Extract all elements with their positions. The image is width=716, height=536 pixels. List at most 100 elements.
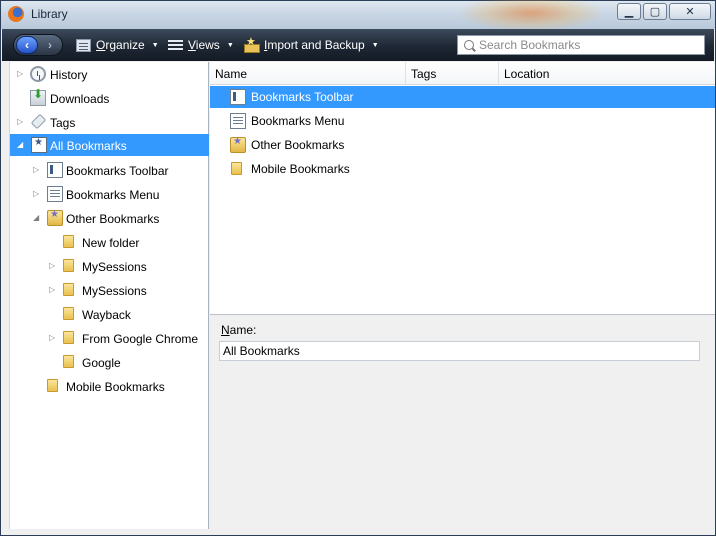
- search-box[interactable]: [457, 35, 705, 55]
- toolbar: ‹ › Organize ▼ Views ▼ Import and Backup…: [2, 29, 714, 61]
- sidebar-item-label: Bookmarks Toolbar: [66, 164, 169, 178]
- expand-arrow-icon[interactable]: ▷: [17, 69, 25, 79]
- collapse-arrow-icon[interactable]: ◢: [17, 140, 25, 150]
- forward-arrow-icon: ›: [48, 38, 52, 52]
- table-row[interactable]: Mobile Bookmarks: [210, 158, 715, 180]
- sidebar-item-mysessions[interactable]: ▷ MySessions: [10, 279, 209, 301]
- row-name: Bookmarks Menu: [251, 114, 345, 128]
- row-name: Bookmarks Toolbar: [251, 90, 354, 104]
- name-field[interactable]: [219, 341, 700, 361]
- dropdown-arrow-icon: ▼: [371, 41, 379, 49]
- navigation-buttons: ‹ ›: [13, 34, 63, 56]
- minimize-button[interactable]: ▁: [617, 3, 641, 20]
- titlebar-background-glow: [461, 0, 601, 31]
- folder-icon: [63, 235, 74, 248]
- sidebar-item-wayback[interactable]: Wayback: [10, 303, 209, 325]
- sidebar-item-label: MySessions: [82, 284, 147, 298]
- folder-icon: [63, 355, 74, 368]
- bookmarks-menu-icon: [47, 186, 63, 202]
- all-bookmarks-icon: [31, 137, 47, 153]
- bookmarks-toolbar-icon: [230, 89, 246, 105]
- bookmarks-list[interactable]: Name Tags Location Bookmarks Toolbar Boo…: [210, 62, 715, 314]
- sidebar-item-label: History: [50, 68, 88, 82]
- downloads-icon: [30, 87, 46, 106]
- organize-menu-button[interactable]: Organize ▼: [76, 36, 159, 54]
- other-bookmarks-icon: [47, 209, 63, 226]
- column-header-tags[interactable]: Tags: [406, 62, 499, 85]
- expand-arrow-icon[interactable]: ▷: [33, 165, 41, 175]
- sidebar-item-label: All Bookmarks: [50, 139, 127, 153]
- details-pane: Name:: [210, 314, 715, 529]
- expand-arrow-icon[interactable]: ▷: [49, 333, 57, 343]
- dropdown-arrow-icon: ▼: [226, 41, 234, 49]
- sidebar-item-from-google-chrome[interactable]: ▷ From Google Chrome: [10, 327, 209, 349]
- other-bookmarks-icon: [230, 136, 246, 153]
- window-bottom-edge: [1, 529, 715, 535]
- views-icon: [168, 39, 183, 52]
- forward-button[interactable]: ›: [39, 36, 61, 54]
- maximize-icon: ▢: [649, 6, 661, 18]
- organize-icon: [76, 38, 91, 52]
- expand-arrow-icon[interactable]: ▷: [49, 285, 57, 295]
- sidebar-item-google[interactable]: Google: [10, 351, 209, 373]
- sidebar-item-downloads[interactable]: Downloads: [10, 87, 209, 109]
- back-arrow-icon: ‹: [25, 38, 29, 52]
- sidebar-item-label: Other Bookmarks: [66, 212, 160, 226]
- bookmarks-menu-icon: [230, 113, 246, 129]
- window-title: Library: [31, 7, 68, 21]
- sidebar-item-mobile-bookmarks[interactable]: Mobile Bookmarks: [10, 375, 209, 397]
- sidebar-item-bookmarks-menu[interactable]: ▷ Bookmarks Menu: [10, 183, 209, 205]
- sidebar-item-label: From Google Chrome: [82, 332, 199, 346]
- minimize-icon: ▁: [624, 6, 634, 18]
- sidebar-item-label: Downloads: [50, 92, 110, 106]
- import-backup-icon: [243, 35, 260, 53]
- close-icon: ✕: [685, 6, 695, 18]
- column-header-name[interactable]: Name: [210, 62, 406, 85]
- views-label: Views: [188, 38, 220, 52]
- sidebar-item-label: New folder: [82, 236, 140, 250]
- import-backup-menu-button[interactable]: Import and Backup ▼: [243, 35, 379, 54]
- bookmarks-toolbar-icon: [47, 162, 63, 178]
- views-menu-button[interactable]: Views ▼: [168, 36, 234, 54]
- row-name: Other Bookmarks: [251, 138, 345, 152]
- sidebar-item-all-bookmarks[interactable]: ◢ All Bookmarks: [10, 134, 209, 156]
- expand-arrow-icon[interactable]: ▷: [17, 117, 25, 127]
- search-input[interactable]: [479, 38, 699, 52]
- column-header-location[interactable]: Location: [499, 62, 715, 85]
- back-button[interactable]: ‹: [16, 36, 38, 54]
- tags-icon: [30, 113, 47, 130]
- import-backup-label: Import and Backup: [264, 38, 365, 52]
- sidebar-item-label: Google: [82, 356, 121, 370]
- folder-icon: [63, 259, 74, 272]
- expand-arrow-icon[interactable]: ▷: [49, 261, 57, 271]
- collapse-arrow-icon[interactable]: ◢: [33, 213, 41, 223]
- firefox-icon: [8, 6, 24, 22]
- sidebar-item-mysessions[interactable]: ▷ MySessions: [10, 255, 209, 277]
- sidebar-item-label: Wayback: [82, 308, 131, 322]
- sidebar-item-tags[interactable]: ▷ Tags: [10, 111, 209, 133]
- maximize-button[interactable]: ▢: [643, 3, 667, 20]
- close-button[interactable]: ✕: [669, 3, 711, 20]
- sidebar-item-label: Tags: [50, 116, 76, 130]
- table-row[interactable]: Bookmarks Toolbar: [210, 86, 715, 108]
- sidebar-item-label: Bookmarks Menu: [66, 188, 160, 202]
- table-row[interactable]: Bookmarks Menu: [210, 110, 715, 132]
- folder-icon: [63, 283, 74, 296]
- row-name: Mobile Bookmarks: [251, 162, 350, 176]
- expand-arrow-icon[interactable]: ▷: [33, 189, 41, 199]
- sidebar-item-new-folder[interactable]: New folder: [10, 231, 209, 253]
- dropdown-arrow-icon: ▼: [151, 41, 159, 49]
- library-window: Library ▁ ▢ ✕ ‹ › Organize ▼ Views ▼ Imp…: [0, 0, 716, 536]
- title-bar[interactable]: Library ▁ ▢ ✕: [1, 0, 715, 31]
- sidebar-item-label: Mobile Bookmarks: [66, 380, 165, 394]
- search-icon: [464, 40, 474, 50]
- sidebar-item-bookmarks-toolbar[interactable]: ▷ Bookmarks Toolbar: [10, 159, 209, 181]
- sidebar-item-label: MySessions: [82, 260, 147, 274]
- table-row[interactable]: Other Bookmarks: [210, 134, 715, 156]
- folder-icon: [63, 307, 74, 320]
- folder-icon: [47, 379, 58, 392]
- sidebar-tree[interactable]: ▷ History Downloads ▷ Tags ◢ All Bookmar…: [9, 62, 209, 529]
- sidebar-item-history[interactable]: ▷ History: [10, 63, 209, 85]
- column-header-row: Name Tags Location: [210, 62, 715, 85]
- sidebar-item-other-bookmarks[interactable]: ◢ Other Bookmarks: [10, 207, 209, 229]
